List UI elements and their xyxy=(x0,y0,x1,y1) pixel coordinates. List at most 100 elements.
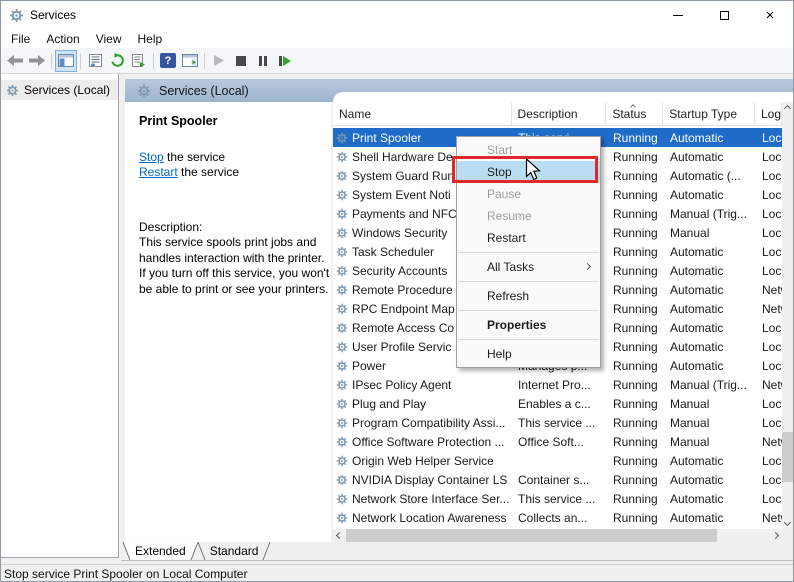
stop-link-suffix: the service xyxy=(164,150,225,164)
maximize-icon xyxy=(720,11,729,20)
service-description-cell: Office Soft... xyxy=(512,435,607,449)
service-row[interactable]: Network Location Awareness Collects an..… xyxy=(333,508,782,527)
scroll-right-arrow[interactable] xyxy=(769,529,782,542)
service-gear-icon xyxy=(336,341,348,353)
service-gear-icon xyxy=(336,398,348,410)
service-row[interactable]: NVIDIA Display Container LS Container s.… xyxy=(333,470,782,489)
service-status-cell: Running xyxy=(607,416,664,430)
service-startup-type-cell: Automatic xyxy=(664,131,756,145)
column-headers: NameDescriptionStatusStartup TypeLog xyxy=(333,102,782,126)
service-description-cell: Collects an... xyxy=(512,511,607,525)
tab-standard[interactable]: Standard xyxy=(198,542,271,560)
stop-service-button[interactable] xyxy=(230,50,252,72)
service-startup-type-cell: Automatic xyxy=(664,473,756,487)
toolbar-separator xyxy=(51,53,52,69)
service-status-cell: Running xyxy=(607,492,664,506)
show-action-pane-button[interactable] xyxy=(179,50,201,72)
refresh-button[interactable] xyxy=(106,50,128,72)
service-name-cell: Security Accounts xyxy=(352,264,447,278)
service-row[interactable]: Network Store Interface Ser... This serv… xyxy=(333,489,782,508)
context-menu-item-properties[interactable]: Properties xyxy=(457,314,600,336)
scroll-up-arrow[interactable] xyxy=(782,102,793,115)
back-button[interactable] xyxy=(4,50,26,72)
service-row[interactable]: Origin Web Helper Service Running Automa… xyxy=(333,451,782,470)
service-row[interactable]: Plug and Play Enables a c... Running Man… xyxy=(333,394,782,413)
column-header-log[interactable]: Log xyxy=(755,102,782,125)
service-log-on-as-cell: Loca xyxy=(756,340,782,354)
vertical-scrollbar[interactable] xyxy=(782,102,793,529)
context-menu-item-all-tasks[interactable]: All Tasks xyxy=(457,256,600,278)
service-status-cell: Running xyxy=(607,321,664,335)
service-gear-icon xyxy=(336,322,348,334)
service-log-on-as-cell: Loca xyxy=(756,188,782,202)
service-description-cell: Container s... xyxy=(512,473,607,487)
service-name-cell: System Guard Run xyxy=(352,169,454,183)
restart-icon xyxy=(279,56,291,66)
service-description-cell: This service ... xyxy=(512,492,607,506)
context-menu-item-resume: Resume xyxy=(457,205,600,227)
stop-service-link[interactable]: Stop xyxy=(139,150,164,164)
restart-service-link[interactable]: Restart xyxy=(139,165,178,179)
start-service-button[interactable] xyxy=(208,50,230,72)
tab-extended[interactable]: Extended xyxy=(123,542,198,560)
selected-service-name: Print Spooler xyxy=(139,114,327,128)
close-button[interactable]: × xyxy=(747,1,793,29)
service-description-cell: Enables a c... xyxy=(512,397,607,411)
service-name-cell: System Event Noti xyxy=(352,188,451,202)
service-name-cell: Origin Web Helper Service xyxy=(352,454,494,468)
service-log-on-as-cell: Loca xyxy=(756,131,782,145)
service-gear-icon xyxy=(336,417,348,429)
restart-service-button[interactable] xyxy=(274,50,296,72)
service-status-cell: Running xyxy=(607,226,664,240)
tree-item-services-local[interactable]: Services (Local) xyxy=(1,80,118,100)
context-menu-item-refresh[interactable]: Refresh xyxy=(457,285,600,307)
scroll-down-arrow[interactable] xyxy=(782,516,793,529)
service-name-cell: Windows Security xyxy=(352,226,447,240)
pause-service-button[interactable] xyxy=(252,50,274,72)
service-row[interactable]: IPsec Policy Agent Internet Pro... Runni… xyxy=(333,375,782,394)
service-gear-icon xyxy=(336,436,348,448)
service-description-cell: This service ... xyxy=(512,416,607,430)
service-row[interactable]: Office Software Protection ... Office So… xyxy=(333,432,782,451)
export-list-button[interactable] xyxy=(128,50,150,72)
maximize-button[interactable] xyxy=(701,1,747,29)
menubar-item-help[interactable]: Help xyxy=(130,32,171,46)
menubar-item-file[interactable]: File xyxy=(3,32,38,46)
service-status-cell: Running xyxy=(607,435,664,449)
scrollbar-corner xyxy=(782,529,793,542)
service-status-cell: Running xyxy=(607,150,664,164)
menu-separator xyxy=(458,339,599,340)
scroll-left-arrow[interactable] xyxy=(333,529,346,542)
column-header-name[interactable]: Name xyxy=(333,102,512,125)
properties-button[interactable] xyxy=(84,50,106,72)
column-header-status[interactable]: Status xyxy=(606,102,663,125)
service-status-cell: Running xyxy=(607,188,664,202)
service-row[interactable]: Program Compatibility Assi... This servi… xyxy=(333,413,782,432)
minimize-button[interactable] xyxy=(655,1,701,29)
service-log-on-as-cell: Netw xyxy=(756,435,782,449)
service-startup-type-cell: Automatic xyxy=(664,302,756,316)
menu-separator xyxy=(458,310,599,311)
show-console-tree-button[interactable] xyxy=(55,50,77,72)
column-header-description[interactable]: Description xyxy=(512,102,607,125)
column-header-startup-type[interactable]: Startup Type xyxy=(663,102,755,125)
forward-button[interactable] xyxy=(26,50,48,72)
service-startup-type-cell: Manual xyxy=(664,397,756,411)
service-name-cell: Network Location Awareness xyxy=(352,511,507,525)
context-menu-item-start: Start xyxy=(457,139,600,161)
help-button[interactable]: ? xyxy=(157,50,179,72)
minimize-icon xyxy=(673,15,683,16)
horizontal-scroll-thumb[interactable] xyxy=(346,529,717,542)
results-header-band: Services (Local) xyxy=(125,79,793,102)
service-status-cell: Running xyxy=(607,397,664,411)
window-title: Services xyxy=(30,8,76,22)
menubar-item-action[interactable]: Action xyxy=(38,32,87,46)
menubar-item-view[interactable]: View xyxy=(88,32,130,46)
vertical-scroll-thumb[interactable] xyxy=(782,432,793,482)
service-name-cell: Plug and Play xyxy=(352,397,426,411)
horizontal-scrollbar[interactable] xyxy=(333,529,782,542)
context-menu-item-stop[interactable]: Stop xyxy=(457,161,600,183)
description-label: Description: xyxy=(139,220,327,234)
context-menu-item-restart[interactable]: Restart xyxy=(457,227,600,249)
context-menu-item-help[interactable]: Help xyxy=(457,343,600,365)
